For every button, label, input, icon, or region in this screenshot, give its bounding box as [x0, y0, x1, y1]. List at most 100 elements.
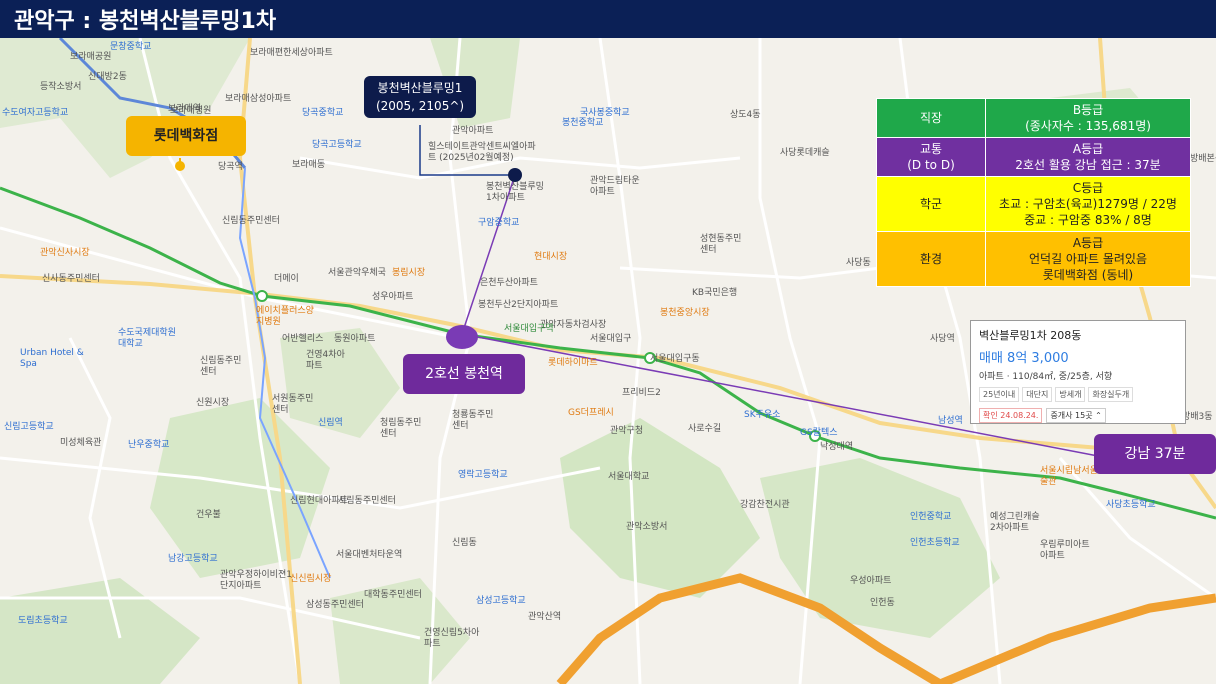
page-title: 관악구 : 봉천벽산블루밍1차	[14, 9, 277, 34]
map-label: 난우중학교	[128, 440, 170, 450]
map-label: 관악신사시장	[40, 248, 90, 258]
map-label: 서울대입구동	[650, 354, 700, 364]
map-label: 서림동주민센터	[338, 496, 396, 506]
grade-row-school: 학군 C등급 초교 : 구암초(육교)1279명 / 22명 중교 : 구암중 …	[876, 176, 1191, 232]
map-label: 남강고등학교	[168, 554, 218, 564]
grade-detail: 언덕길 아파트 몰려있음	[1028, 252, 1148, 266]
map-label: 수도국제대학원대학교	[118, 328, 176, 349]
map-label: 에이치플러스양지병원	[256, 306, 314, 327]
listing-card[interactable]: 벽산블루밍1차 208동 매매 8억 3,000 아파트 · 110/84㎡, …	[970, 320, 1186, 424]
map-label: 건영4차아파트	[306, 350, 345, 371]
map-label: 관악산역	[528, 612, 562, 622]
map-label: 보라매공원	[70, 52, 112, 62]
map-label: 사당역	[930, 334, 955, 344]
map-label: 우성아파트	[850, 576, 892, 586]
map-label: 신신림시장	[290, 574, 332, 584]
map-label: 신사동주민센터	[42, 274, 100, 284]
map-label: SK주유소	[744, 410, 781, 420]
map-label: 관악드림타운아파트	[590, 176, 640, 197]
map-label: 사당동	[846, 258, 871, 268]
station-callout: 2호선 봉천역	[403, 354, 525, 394]
grade-row-work: 직장 B등급 (종사자수 : 135,681명)	[876, 98, 1191, 138]
map-label: 국사봉중학교	[580, 108, 630, 118]
map-label: 성우아파트	[372, 292, 414, 302]
map-label: 서울대입구역	[504, 324, 554, 334]
map-label: 관악아파트	[452, 126, 494, 136]
map-label: 봉천두산2단지아파트	[478, 300, 559, 310]
grade-value: A등급	[1072, 142, 1104, 156]
map-label: 상도4동	[730, 110, 761, 120]
grade-label-cell: 교통 (D to D)	[876, 137, 986, 177]
map-label: 신림역	[318, 418, 343, 428]
grade-value: C등급	[1072, 181, 1104, 195]
map-label: 신원시장	[196, 398, 230, 408]
map-label: 우림루미아트아파트	[1040, 540, 1090, 561]
complex-callout-years: (2005, 2105^)	[375, 99, 465, 113]
map-label: 미성체육관	[60, 438, 102, 448]
map-label: 롯데하이마트	[548, 358, 598, 368]
grade-detail: 중교 : 구암중 83% / 8명	[1024, 213, 1152, 227]
grade-row-transport: 교통 (D to D) A등급 2호선 활용 강남 접근 : 37분	[876, 137, 1191, 177]
map-label: 강감찬전시관	[740, 500, 790, 510]
map-label: 사당초등학교	[1106, 500, 1156, 510]
lotte-callout: 롯데백화점	[126, 116, 246, 156]
listing-price: 매매 8억 3,000	[979, 351, 1069, 366]
map-label: 봉림시장	[392, 268, 426, 278]
map-label: KB국민은행	[692, 288, 738, 298]
grade-value-cell: A등급 언덕길 아파트 몰려있음 롯데백화점 (동네)	[985, 231, 1191, 287]
map-label: 대학동주민센터	[364, 590, 422, 600]
grade-detail: 롯데백화점 (동네)	[1042, 268, 1134, 282]
listing-tag: 방세개	[1055, 387, 1086, 402]
complex-marker	[508, 168, 522, 182]
map-label: 인헌동	[870, 598, 895, 608]
map-label: 보라매역	[168, 104, 202, 114]
map-label: 서원동주민센터	[272, 394, 314, 415]
map-label: 문창중학교	[110, 42, 152, 52]
listing-tag: 화장실두개	[1088, 387, 1134, 402]
park-area-south-edge	[0, 578, 200, 684]
map-label: 낙성대역	[820, 442, 854, 452]
grade-value: A등급	[1072, 236, 1104, 250]
map-label: 봉천벽산블루밍1차아파트	[486, 182, 544, 203]
grade-table: 직장 B등급 (종사자수 : 135,681명) 교통 (D to D) A등급 …	[876, 98, 1191, 287]
grade-label: 학군	[876, 176, 986, 232]
grade-value-cell: C등급 초교 : 구암초(육교)1279명 / 22명 중교 : 구암중 83%…	[985, 176, 1191, 232]
park-area-south	[560, 418, 760, 598]
grade-detail: (종사자수 : 135,681명)	[1025, 119, 1151, 133]
expressway-east	[938, 593, 1216, 684]
listing-confirm-date: 확인 24.08.24.	[979, 408, 1043, 423]
map-label: 영락고등학교	[458, 470, 508, 480]
map-label: 신림동주민센터	[200, 356, 242, 377]
map-label: 봉천중학교	[562, 118, 604, 128]
map-label: 당곡중학교	[302, 108, 344, 118]
map-label: 등작소방서	[40, 82, 82, 92]
grade-value: B등급	[1072, 103, 1104, 117]
map-label: 신림동주민센터	[222, 216, 280, 226]
grade-detail: 2호선 활용 강남 접근 : 37분	[1015, 158, 1161, 172]
map-label: 인헌중학교	[910, 512, 952, 522]
listing-tag: 25년이내	[979, 387, 1020, 402]
complex-callout: 봉천벽산블루밍1 (2005, 2105^)	[364, 76, 476, 118]
grade-row-environment: 환경 A등급 언덕길 아파트 몰려있음 롯데백화점 (동네)	[876, 231, 1191, 287]
sillim-station-marker	[256, 290, 268, 302]
map-label: 신림동	[452, 538, 477, 548]
map-label: 서울대학교	[608, 472, 650, 482]
listing-tag: 대단지	[1022, 387, 1053, 402]
map-label: 서울대입구	[590, 334, 632, 344]
map-label: 방배3동	[1182, 412, 1213, 422]
listing-name: 벽산블루밍1차 208동	[979, 329, 1082, 342]
map-label: 청림동주민센터	[380, 418, 422, 439]
map-label: 더메이	[274, 274, 299, 284]
lotte-marker	[175, 161, 185, 171]
listing-agents-button[interactable]: 중개사 15곳 ⌃	[1046, 408, 1106, 423]
grade-value-cell: B등급 (종사자수 : 135,681명)	[985, 98, 1191, 138]
map-view[interactable]: 문창중학교 보라매공원 신대방2동 등작소방서 수도여자고등학교 보라매병원 보…	[0, 38, 1216, 684]
map-label: 관악구청	[610, 426, 644, 436]
map-label: 관악소방서	[626, 522, 668, 532]
listing-tags: 25년이내 대단지 방세개 화장실두개	[979, 387, 1177, 402]
map-label: 방배본동	[1190, 154, 1216, 164]
map-label: 인헌초등학교	[910, 538, 960, 548]
map-label: 남성역	[938, 416, 963, 426]
map-label: 신대방2동	[88, 72, 127, 82]
grade-label: (D to D)	[907, 158, 955, 172]
